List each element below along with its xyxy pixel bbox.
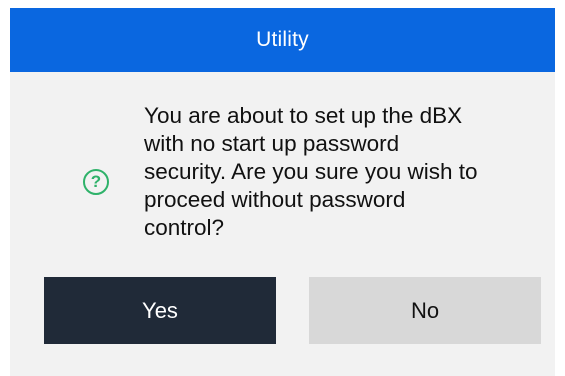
no-button[interactable]: No	[309, 277, 541, 344]
dialog-message: You are about to set up the dBX with no …	[144, 103, 478, 240]
dialog-title-bar[interactable]: Utility	[10, 8, 555, 72]
utility-dialog: Utility ? You are about to set up the dB…	[10, 8, 555, 376]
dialog-title: Utility	[256, 28, 309, 51]
question-circle-icon: ?	[83, 169, 109, 195]
yes-button[interactable]: Yes	[44, 277, 276, 344]
